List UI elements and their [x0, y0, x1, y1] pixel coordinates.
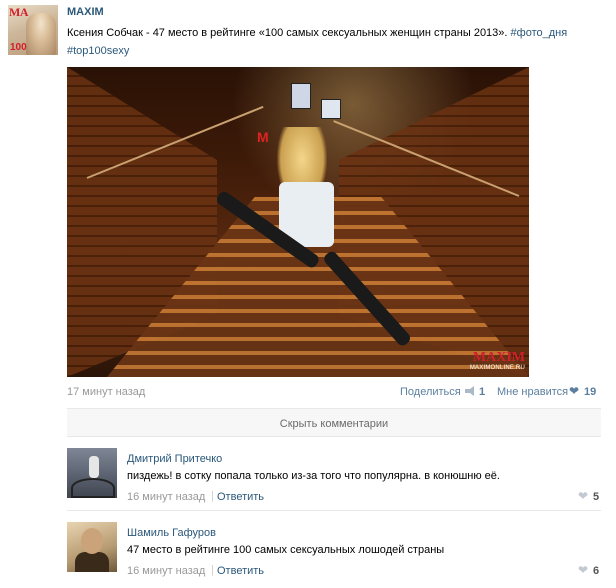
avatar-motorcycle: [71, 478, 115, 498]
comment-item: Шамиль Гафуров 47 место в рейтинге 100 с…: [67, 510, 601, 583]
hashtag-top100sexy[interactable]: #top100sexy: [67, 45, 129, 57]
comment-avatar[interactable]: [67, 448, 117, 498]
wall-post: MA 100 MAXIM Ксения Собчак - 47 место в …: [0, 0, 616, 588]
comment-separator: |: [211, 564, 214, 576]
photo-person: [214, 127, 437, 348]
post-body-text: Ксения Собчак - 47 место в рейтинге «100…: [67, 27, 508, 39]
avatar-rider: [89, 456, 99, 478]
comment-avatar[interactable]: [67, 522, 117, 572]
comment-text: пиздежь! в сотку попала только из-за тог…: [127, 470, 500, 482]
reply-button[interactable]: Ответить: [217, 491, 264, 503]
comment-time[interactable]: 16 минут назад: [127, 491, 205, 503]
post-photo[interactable]: M MAXIM MAXIMONLINE.RU: [67, 67, 529, 377]
hide-comments-button[interactable]: Скрыть комментарии: [67, 408, 601, 437]
megaphone-icon: [464, 386, 476, 399]
watermark-brand: MAXIM: [472, 350, 525, 365]
avatar-head: [81, 528, 103, 554]
post-time[interactable]: 17 минут назад: [67, 386, 145, 398]
heart-icon[interactable]: ❤: [578, 563, 588, 577]
watermark-site: MAXIMONLINE.RU: [469, 365, 525, 371]
avatar-number: 100: [10, 42, 27, 53]
comment-item: Дмитрий Притечко пиздежь! в сотку попала…: [67, 436, 601, 509]
comment-author-link[interactable]: Шамиль Гафуров: [127, 527, 216, 539]
like-count: 19: [584, 386, 597, 398]
heart-icon[interactable]: ❤: [569, 384, 579, 398]
like-button[interactable]: Мне нравится: [497, 386, 568, 398]
comment-author-link[interactable]: Дмитрий Притечко: [127, 453, 222, 465]
share-count: 1: [479, 386, 486, 398]
heart-icon[interactable]: ❤: [578, 489, 588, 503]
photo-sign-1: [291, 83, 311, 109]
avatar-cover-figure: [26, 13, 56, 55]
post-text: Ксения Собчак - 47 место в рейтинге «100…: [67, 24, 597, 60]
photo-watermark: MAXIM MAXIMONLINE.RU: [469, 350, 525, 372]
comment-like-count: 5: [593, 491, 600, 503]
hide-comments-label: Скрыть комментарии: [279, 418, 389, 430]
author-avatar[interactable]: MA 100: [8, 5, 58, 55]
avatar-body: [75, 552, 109, 572]
comment-like-count: 6: [593, 565, 600, 577]
share-button[interactable]: Поделиться: [400, 386, 461, 398]
comment-separator: |: [211, 490, 214, 502]
photo-sign-2: [321, 99, 341, 119]
comment-text: 47 место в рейтинге 100 самых сексуальны…: [127, 544, 445, 556]
post-author-link[interactable]: MAXIM: [67, 6, 104, 18]
avatar-logo-text: MA: [9, 5, 29, 19]
photo-person-leg-right: [321, 249, 413, 348]
hashtag-foto-dnya[interactable]: #фото_дня: [511, 27, 568, 39]
comment-time[interactable]: 16 минут назад: [127, 565, 205, 577]
reply-button[interactable]: Ответить: [217, 565, 264, 577]
